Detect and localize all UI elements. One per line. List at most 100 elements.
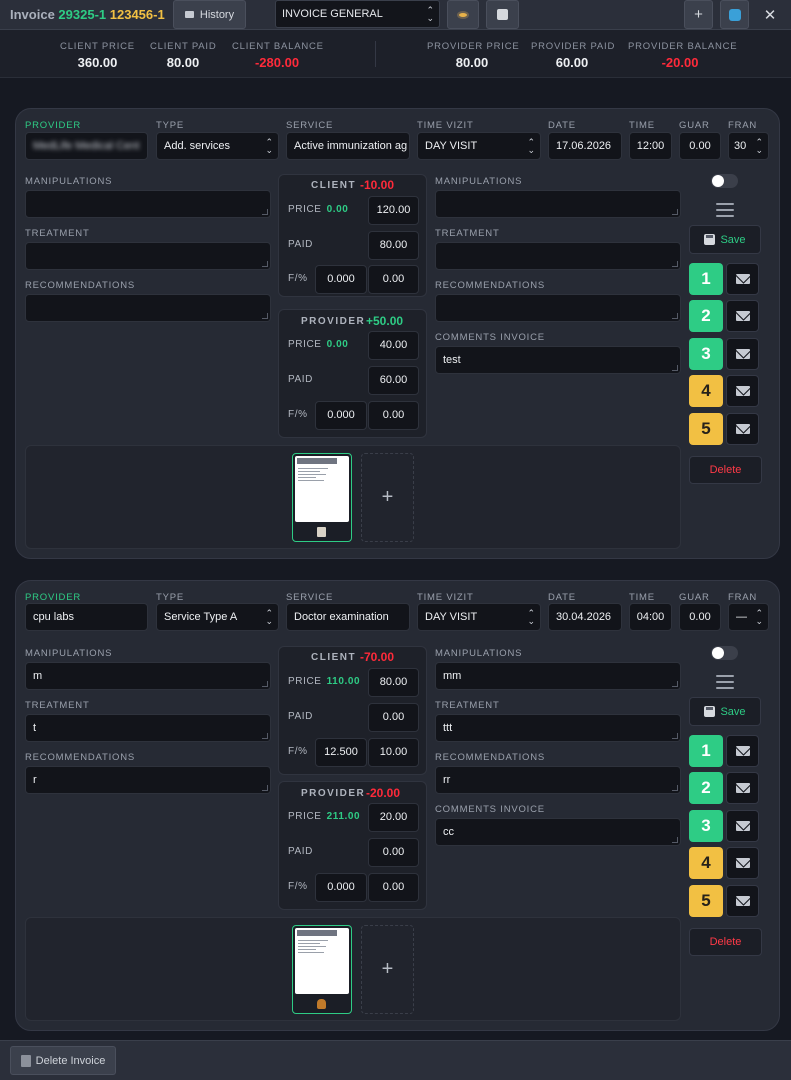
mail-4-button[interactable] [726, 847, 759, 879]
treatment-textarea[interactable]: t [25, 714, 271, 742]
mail-5-button[interactable] [726, 413, 759, 445]
save-button[interactable]: Save [689, 697, 761, 726]
client-price-value: 120.00 [376, 204, 411, 216]
provider-f-pct-field[interactable]: 0.000 [315, 873, 367, 902]
mail-4-button[interactable] [726, 375, 759, 407]
refresh-button[interactable] [720, 0, 749, 29]
toggle-switch[interactable] [711, 174, 738, 188]
mail-icon [735, 386, 750, 396]
send-4-button[interactable]: 4 [689, 847, 723, 879]
provider-paid-field[interactable]: 60.00 [368, 366, 419, 395]
provider-f-val-field[interactable]: 0.00 [368, 401, 419, 430]
send-1-button[interactable]: 1 [689, 735, 723, 767]
add-attachment-button[interactable]: + [361, 453, 414, 542]
service-field[interactable]: Doctor examination [286, 603, 410, 631]
provider-manipulations-label: MANIPULATIONS [435, 176, 523, 187]
type-select[interactable]: Add. services ⌃ ⌄ [156, 132, 279, 160]
preview-button[interactable] [447, 0, 479, 29]
chevron-updown-icon: ⌃ ⌄ [755, 608, 763, 626]
mail-3-button[interactable] [726, 338, 759, 370]
send-1-button[interactable]: 1 [689, 263, 723, 295]
guar-field[interactable]: 0.00 [679, 603, 721, 631]
provider-price-field[interactable]: 40.00 [368, 331, 419, 360]
send-5-button[interactable]: 5 [689, 413, 723, 445]
add-button[interactable]: + [684, 0, 713, 29]
date-field[interactable]: 17.06.2026 [548, 132, 622, 160]
client-paid-field[interactable]: 0.00 [368, 703, 419, 732]
attachment-thumbnail[interactable] [292, 925, 352, 1014]
comments-invoice-textarea[interactable]: test [435, 346, 681, 374]
mail-5-button[interactable] [726, 885, 759, 917]
menu-icon[interactable] [716, 675, 734, 689]
comments-invoice-textarea[interactable]: cc [435, 818, 681, 846]
provider-f-val-field[interactable]: 0.00 [368, 873, 419, 902]
send-4-button[interactable]: 4 [689, 375, 723, 407]
recommendations-textarea[interactable]: r [25, 766, 271, 794]
send-2-button[interactable]: 2 [689, 300, 723, 332]
send-5-label: 5 [701, 891, 711, 910]
time-field[interactable]: 12:00 [629, 132, 672, 160]
delete-invoice-button[interactable]: Delete Invoice [10, 1046, 116, 1075]
send-2-button[interactable]: 2 [689, 772, 723, 804]
mail-1-button[interactable] [726, 735, 759, 767]
client-f-val-field[interactable]: 0.00 [368, 265, 419, 294]
provider-field[interactable]: MedLife Medical Cent [25, 132, 148, 160]
provider-manipulations-textarea[interactable]: mm [435, 662, 681, 690]
client-price-field[interactable]: 80.00 [368, 668, 419, 697]
history-button[interactable]: History [173, 0, 246, 29]
attachment-thumbnail[interactable] [292, 453, 352, 542]
fran-select[interactable]: — ⌃ ⌄ [728, 603, 769, 631]
send-5-button[interactable]: 5 [689, 885, 723, 917]
provider-value: MedLife Medical Cent [33, 140, 140, 152]
guar-field[interactable]: 0.00 [679, 132, 721, 160]
manipulations-textarea[interactable] [25, 190, 271, 218]
delete-service-button[interactable]: Delete [689, 456, 762, 484]
client-paid-field[interactable]: 80.00 [368, 231, 419, 260]
toggle-switch[interactable] [711, 646, 738, 660]
view-select[interactable]: INVOICE GENERAL ⌃ ⌄ [275, 0, 440, 28]
provider-treatment-textarea[interactable] [435, 242, 681, 270]
date-field[interactable]: 30.04.2026 [548, 603, 622, 631]
provider-manipulations-textarea[interactable] [435, 190, 681, 218]
client-f-pct-field[interactable]: 12.500 [315, 738, 367, 767]
save-button[interactable]: Save [689, 225, 761, 254]
send-1-label: 1 [701, 741, 711, 760]
mail-2-button[interactable] [726, 300, 759, 332]
provider-f-pct-field[interactable]: 0.000 [315, 401, 367, 430]
view-select-value: INVOICE GENERAL [282, 8, 383, 20]
close-icon[interactable]: ✕ [760, 6, 780, 24]
treatment-textarea[interactable] [25, 242, 271, 270]
provider-price-field[interactable]: 20.00 [368, 803, 419, 832]
time-field[interactable]: 04:00 [629, 603, 672, 631]
time-vizit-select[interactable]: DAY VISIT ⌃ ⌄ [417, 132, 541, 160]
time-value: 12:00 [636, 140, 665, 152]
send-3-button[interactable]: 3 [689, 338, 723, 370]
delete-service-button[interactable]: Delete [689, 928, 762, 956]
send-3-button[interactable]: 3 [689, 810, 723, 842]
add-attachment-button[interactable]: + [361, 925, 414, 1014]
save-invoice-button[interactable] [486, 0, 519, 29]
invoice-number: 29325-1 [58, 7, 107, 22]
provider-recommendations-textarea[interactable] [435, 294, 681, 322]
recommendations-value: r [33, 774, 37, 786]
client-f-pct-field[interactable]: 0.000 [315, 265, 367, 294]
type-select[interactable]: Service Type A ⌃ ⌄ [156, 603, 279, 631]
time-vizit-select[interactable]: DAY VISIT ⌃ ⌄ [417, 603, 541, 631]
mail-1-button[interactable] [726, 263, 759, 295]
mail-3-button[interactable] [726, 810, 759, 842]
manipulations-textarea[interactable]: m [25, 662, 271, 690]
treatment-label: TREATMENT [25, 228, 90, 239]
client-f-val-field[interactable]: 10.00 [368, 738, 419, 767]
client-paid-label: PAID [288, 711, 313, 722]
provider-field[interactable]: cpu labs [25, 603, 148, 631]
provider-recommendations-textarea[interactable]: rr [435, 766, 681, 794]
service-field[interactable]: Active immunization ag [286, 132, 410, 160]
provider-paid-field[interactable]: 0.00 [368, 838, 419, 867]
menu-icon[interactable] [716, 203, 734, 217]
fran-select[interactable]: 30 ⌃ ⌄ [728, 132, 769, 160]
manipulations-value: m [33, 670, 43, 682]
provider-treatment-textarea[interactable]: ttt [435, 714, 681, 742]
client-price-field[interactable]: 120.00 [368, 196, 419, 225]
recommendations-textarea[interactable] [25, 294, 271, 322]
mail-2-button[interactable] [726, 772, 759, 804]
